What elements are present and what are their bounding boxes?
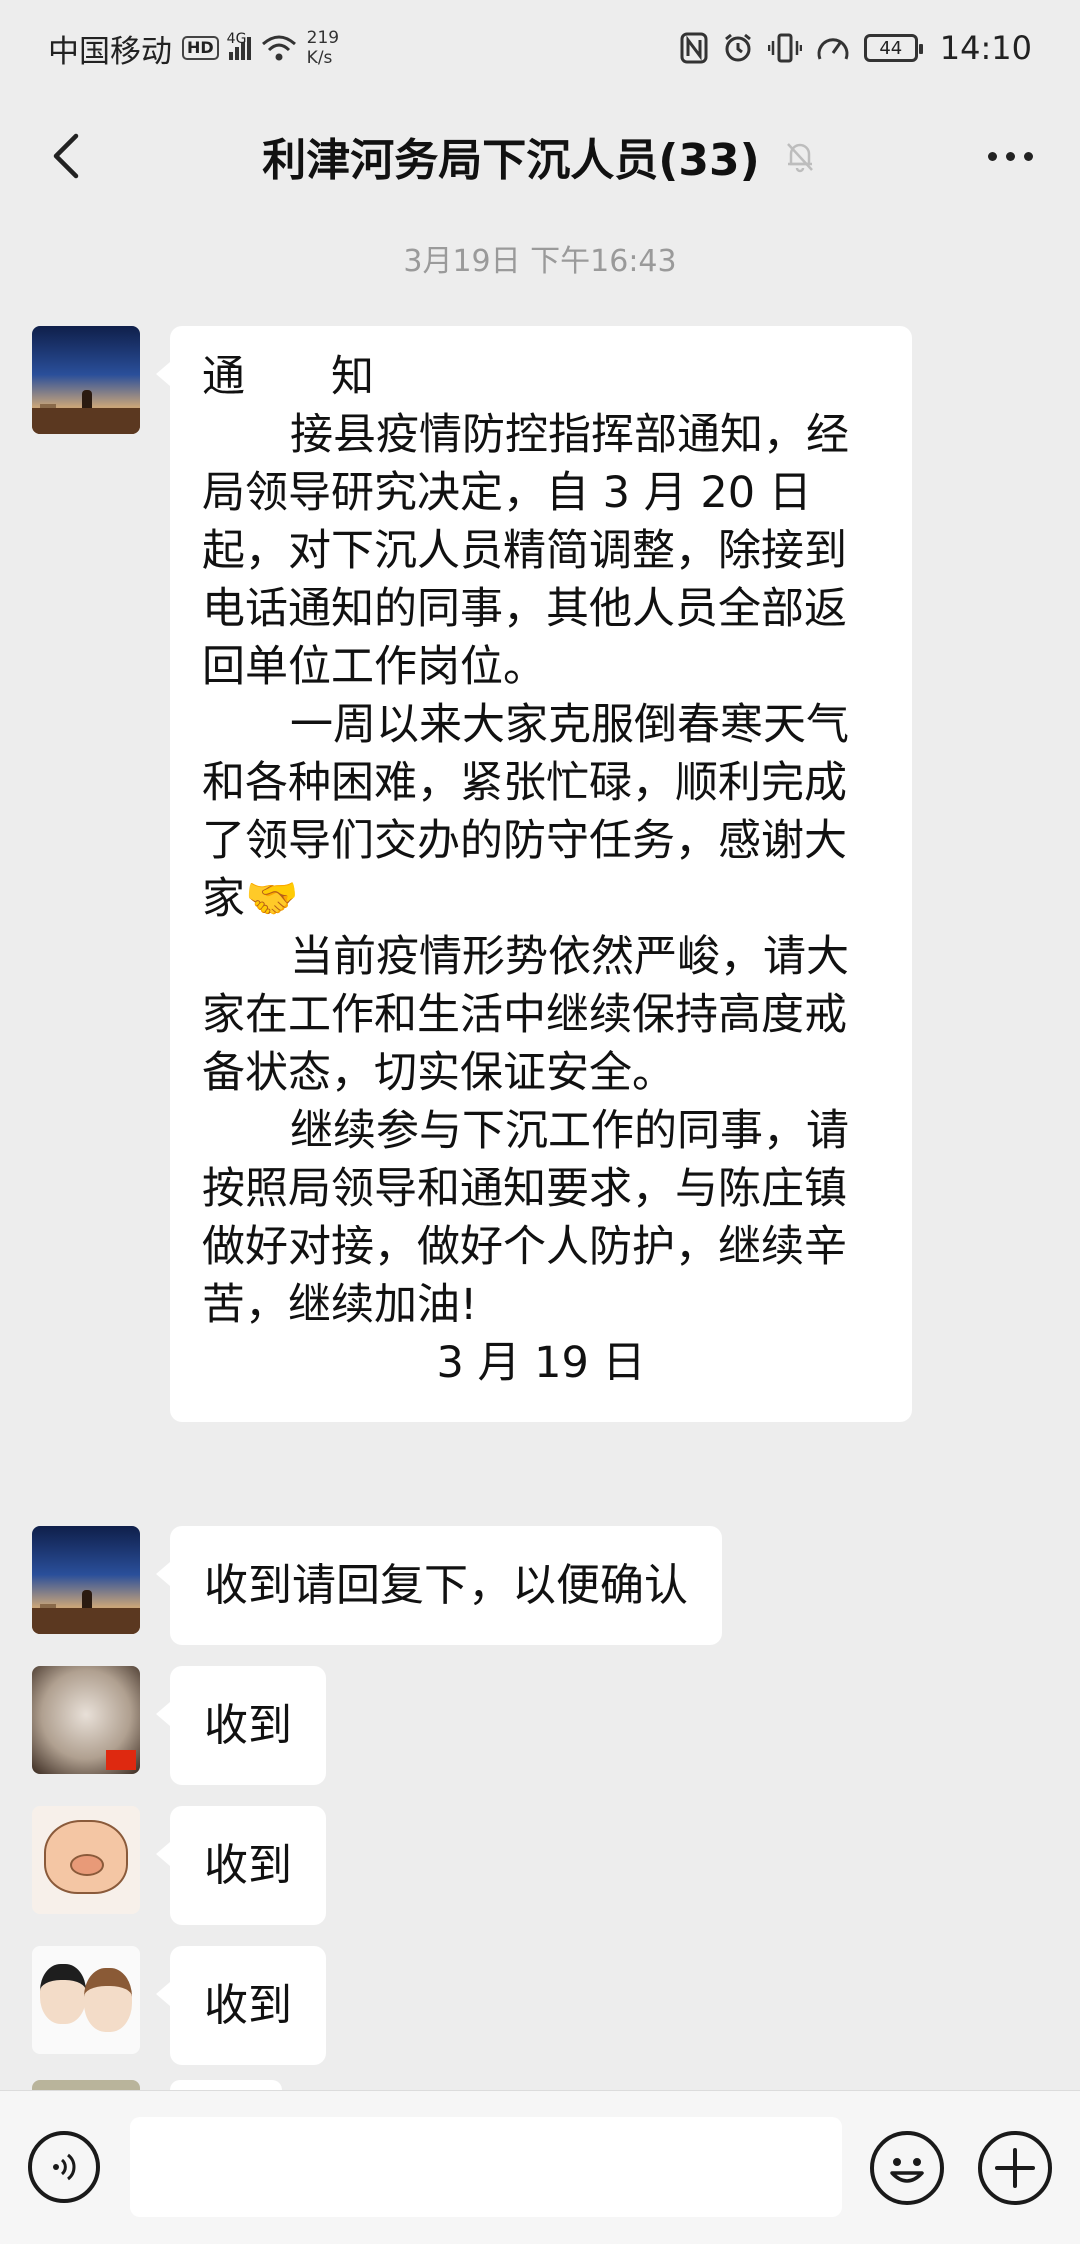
avatar[interactable] — [32, 1666, 140, 1774]
notice-date: 3 月 19 日 — [436, 1338, 646, 1388]
more-button[interactable] — [970, 126, 1050, 186]
status-right: 44 14:10 — [680, 29, 1032, 67]
message-bubble[interactable]: 收到 — [156, 1946, 326, 2065]
nfc-icon — [680, 32, 708, 64]
speed-unit: K/s — [306, 48, 333, 68]
voice-icon — [53, 2153, 76, 2181]
network-speed: 219 K/s — [307, 28, 339, 68]
chevron-left-icon — [53, 133, 79, 179]
message-row: 收到 — [32, 1806, 326, 1925]
plus-icon — [995, 2148, 1035, 2188]
clock: 14:10 — [939, 29, 1032, 67]
message-row: 收到请回复下，以便确认 — [32, 1526, 722, 1645]
message-bubble[interactable]: 通 知 接县疫情防控指挥部通知，经局领导研究决定，自 3 月 20 日起，对下沉… — [156, 326, 912, 1422]
more-dots-icon — [987, 151, 997, 161]
signal-icon: 4G — [227, 31, 251, 60]
avatar[interactable] — [32, 1946, 140, 2054]
message-bubble[interactable]: 收到 — [156, 1806, 326, 1925]
avatar[interactable] — [32, 1806, 140, 1914]
input-bar — [0, 2090, 1080, 2244]
message-bubble[interactable]: 收到请回复下，以便确认 — [156, 1526, 722, 1645]
vibrate-icon — [767, 32, 802, 64]
emoji-button[interactable] — [870, 2131, 944, 2205]
chat-header: 利津河务局下沉人员(33) — [0, 96, 1080, 216]
bell-off-icon — [782, 138, 818, 174]
message-row: 收到 — [32, 1666, 326, 1785]
emoji-icon — [890, 2158, 924, 2183]
avatar[interactable] — [32, 326, 140, 434]
status-left: 中国移动 HD 4G 219 K/s — [48, 26, 339, 71]
alarm-icon — [722, 32, 754, 64]
chat-title-wrap: 利津河务局下沉人员(33) — [0, 96, 1080, 216]
partial-message-row — [32, 2080, 332, 2090]
battery-icon: 44 — [863, 34, 923, 62]
network-type: 4G — [226, 30, 247, 47]
wifi-icon — [261, 34, 297, 62]
message-input[interactable] — [130, 2117, 842, 2217]
message-timestamp: 3月19日 下午16:43 — [403, 244, 677, 279]
notice-paragraph: 一周以来大家克服倒春寒天气和各种困难，紧张忙碌，顺利完成了领导们交办的防守任务，… — [202, 700, 849, 924]
message-row: 通 知 接县疫情防控指挥部通知，经局领导研究决定，自 3 月 20 日起，对下沉… — [32, 326, 912, 1422]
more-actions-button[interactable] — [978, 2131, 1052, 2205]
notice-paragraph: 接县疫情防控指挥部通知，经局领导研究决定，自 3 月 20 日起，对下沉人员精简… — [202, 410, 849, 692]
notice-paragraph: 继续参与下沉工作的同事，请按照局领导和通知要求，与陈庄镇做好对接，做好个人防护，… — [202, 1106, 849, 1330]
speedometer-icon — [816, 33, 850, 63]
avatar[interactable] — [32, 1526, 140, 1634]
message-row: 收到 — [32, 1946, 326, 2065]
carrier-name: 中国移动 — [48, 33, 172, 70]
notice-paragraph: 当前疫情形势依然严峻，请大家在工作和生活中继续保持高度戒备状态，切实保证安全。 — [202, 932, 849, 1098]
voice-button[interactable] — [28, 2131, 100, 2203]
notice-heading: 通 知 — [202, 352, 374, 402]
message-bubble[interactable]: 收到 — [156, 1666, 326, 1785]
speed-value: 219 — [306, 28, 340, 48]
status-bar: 中国移动 HD 4G 219 K/s 44 14:10 — [0, 0, 1080, 96]
back-button[interactable] — [30, 120, 102, 192]
hd-badge: HD — [182, 36, 219, 60]
chat-title[interactable]: 利津河务局下沉人员(33) — [262, 124, 759, 188]
